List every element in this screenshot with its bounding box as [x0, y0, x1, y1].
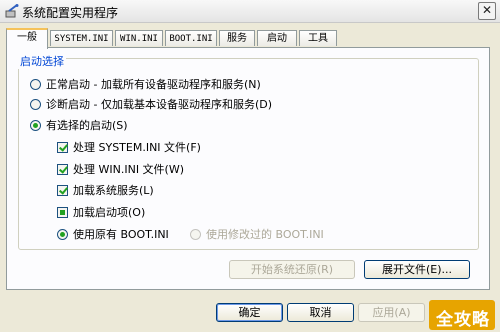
close-icon: ✕ [481, 3, 493, 17]
tab-startup[interactable]: 启动 [257, 30, 297, 46]
site-watermark-logo: 全攻略 [429, 300, 495, 330]
tab-tools[interactable]: 工具 [299, 30, 337, 46]
tab-general[interactable]: 一般 [6, 28, 48, 49]
start-system-restore-button[interactable]: 开始系统还原(R) [229, 260, 355, 279]
selective-startup-radio[interactable] [30, 120, 41, 131]
title-bar[interactable]: 系统配置实用程序 ✕ [0, 0, 500, 23]
use-original-boot-ini-radio[interactable] [57, 229, 68, 240]
tab-win-ini[interactable]: WIN.INI [115, 30, 163, 46]
system-config-window: 系统配置实用程序 ✕ 一般 SYSTEM.INI WIN.INI BOOT.IN… [0, 0, 500, 332]
tab-services[interactable]: 服务 [219, 30, 255, 46]
tab-system-ini[interactable]: SYSTEM.INI [50, 30, 113, 46]
msconfig-app-icon [5, 4, 19, 18]
process-win-ini-checkbox[interactable] [57, 164, 68, 175]
window-title: 系统配置实用程序 [22, 6, 119, 20]
normal-startup-radio[interactable] [30, 79, 41, 90]
startup-selection-legend: 启动选择 [18, 53, 66, 69]
cancel-button[interactable]: 取消 [287, 303, 354, 322]
watermark-text: 全攻略 [436, 310, 490, 330]
ok-button[interactable]: 确定 [216, 303, 283, 322]
expand-file-button[interactable]: 展开文件(E)... [364, 260, 470, 279]
tab-boot-ini[interactable]: BOOT.INI [165, 30, 217, 46]
process-system-ini-checkbox[interactable] [57, 142, 68, 153]
load-startup-items-checkbox[interactable] [57, 207, 68, 218]
general-tab-panel: 正常启动 - 加载所有设备驱动程序和服务(N) 诊断启动 - 仅加载基本设备驱动… [6, 47, 490, 290]
load-system-services-checkbox[interactable] [57, 185, 68, 196]
use-modified-boot-ini-radio[interactable] [190, 229, 201, 240]
apply-button[interactable]: 应用(A) [358, 303, 425, 322]
diagnostic-startup-radio[interactable] [30, 99, 41, 110]
close-button[interactable]: ✕ [478, 2, 496, 20]
